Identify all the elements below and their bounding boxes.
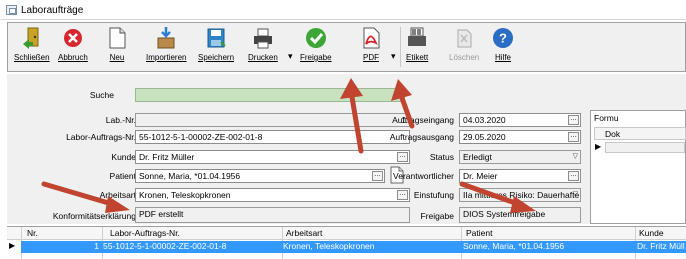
column-header-arbeitsart[interactable]: Arbeitsart: [286, 228, 322, 238]
auftragsausgang-label: Auftragsausgang: [389, 132, 454, 142]
arbeitsart-lookup-button[interactable]: …: [397, 190, 408, 200]
auftragseingang-value: 04.03.2020: [463, 115, 506, 125]
label-printer-icon: [406, 26, 428, 50]
cell-auftrags-nr: 55-1012-5-1-00002-ZE-002-01-8: [103, 241, 227, 251]
konformitaet-label: Konformitätserklärung: [52, 211, 136, 221]
chevron-down-icon: ▽: [572, 191, 578, 198]
window-title: Laboraufträge: [21, 5, 84, 16]
auftragseingang-date-button[interactable]: …: [568, 115, 579, 125]
etikett-button[interactable]: Etikett: [406, 26, 428, 62]
verantwortlicher-label: Verantwortlicher: [393, 171, 454, 181]
window-icon: [6, 5, 17, 15]
kunde-field[interactable]: Dr. Fritz Müller …: [135, 150, 410, 164]
auftrags-nr-field[interactable]: 55-1012-5-1-00002-ZE-002-01-8: [135, 130, 410, 144]
column-header-auftrags-nr[interactable]: Labor-Auftrags-Nr.: [110, 228, 180, 238]
search-input[interactable]: [135, 88, 405, 102]
new-document-icon: [106, 26, 128, 50]
abbruch-button[interactable]: Abbruch: [58, 26, 88, 62]
help-icon: ?: [492, 26, 514, 50]
kunde-label: Kunde: [111, 152, 136, 162]
patient-label: Patient: [109, 171, 136, 181]
cell-patient: Sonne, Maria, *01.04.1956: [463, 241, 565, 251]
formulare-header: Dok: [594, 127, 686, 140]
arbeitsart-field[interactable]: Kronen, Teleskopkronen …: [135, 188, 410, 202]
auftragsausgang-field[interactable]: 29.05.2020 …: [459, 130, 581, 144]
einstufung-value: IIa mittleres Risiko: Dauerhafte: [463, 190, 580, 200]
status-value: Erledigt: [463, 152, 492, 162]
importieren-button[interactable]: Importieren: [146, 26, 186, 62]
status-label: Status: [429, 152, 454, 162]
patient-value: Sonne, Maria, *01.04.1956: [139, 171, 241, 181]
save-icon: [205, 26, 227, 50]
row-pointer-icon: ▶: [595, 142, 602, 151]
suche-label: Suche: [89, 90, 114, 100]
neu-button[interactable]: Neu: [106, 26, 128, 62]
loeschen-button[interactable]: Löschen: [449, 26, 479, 62]
konformitaet-field: PDF erstellt: [135, 207, 410, 223]
formulare-dok-label: Dok: [605, 129, 621, 139]
patient-lookup-button[interactable]: …: [372, 171, 383, 181]
verantwortlicher-lookup-button[interactable]: …: [568, 171, 579, 181]
auftragsausgang-date-button[interactable]: …: [568, 132, 579, 142]
delete-icon: [453, 26, 475, 50]
auftragseingang-field[interactable]: 04.03.2020 …: [459, 113, 581, 127]
speichern-button[interactable]: Speichern: [198, 26, 234, 62]
orders-grid: Nr. Labor-Auftrags-Nr. Arbeitsart Patien…: [7, 226, 686, 259]
import-icon: [155, 26, 177, 50]
cancel-icon: [62, 26, 84, 50]
printer-icon: [252, 26, 274, 50]
column-header-kunde[interactable]: Kunde: [639, 228, 664, 238]
freigabe-label: Freigabe: [420, 211, 454, 221]
lab-nr-field: 1: [135, 113, 410, 127]
patient-field[interactable]: Sonne, Maria, *01.04.1956 …: [135, 169, 385, 183]
table-row[interactable]: 1 55-1012-5-1-00002-ZE-002-01-8 Kronen, …: [21, 241, 686, 253]
freigabe-field: DIOS Systemfreigabe: [459, 207, 581, 223]
hilfe-button[interactable]: ? Hilfe: [492, 26, 514, 62]
arbeitsart-label: Arbeitsart: [99, 190, 136, 200]
auftrags-nr-label: Labor-Auftrags-Nr.: [66, 132, 136, 142]
formulare-panel: Formu Dok ▶: [590, 110, 686, 224]
drucken-dropdown-icon[interactable]: ▾: [288, 51, 293, 62]
kunde-value: Dr. Fritz Müller: [139, 152, 195, 162]
freigabe-button[interactable]: Freigabe: [300, 26, 332, 62]
verantwortlicher-value: Dr. Meier: [463, 171, 498, 181]
status-select[interactable]: Erledigt ▽: [459, 150, 581, 164]
toolbar-separator: [400, 27, 401, 67]
einstufung-select[interactable]: IIa mittleres Risiko: Dauerhafte ▽: [459, 188, 581, 202]
cell-kunde: Dr. Fritz Müll: [637, 241, 685, 251]
cell-nr: 1: [94, 241, 99, 251]
auftragsausgang-value: 29.05.2020: [463, 132, 506, 142]
formulare-row[interactable]: [605, 142, 685, 153]
exit-door-icon: [21, 26, 43, 50]
auftragseingang-label: Auftragseingang: [392, 115, 454, 125]
svg-text:?: ?: [499, 31, 507, 46]
toolbar: Schließen Abbruch Neu Importieren Speich…: [7, 22, 686, 72]
column-header-nr[interactable]: Nr.: [27, 228, 38, 238]
grid-header: Nr. Labor-Auftrags-Nr. Arbeitsart Patien…: [7, 227, 686, 240]
pdf-dropdown-icon[interactable]: ▾: [391, 51, 396, 62]
verantwortlicher-field[interactable]: Dr. Meier …: [459, 169, 581, 183]
chevron-down-icon: ▽: [572, 153, 578, 160]
column-header-patient[interactable]: Patient: [466, 228, 492, 238]
title-bar: Laboraufträge: [0, 0, 686, 20]
row-pointer-icon: ▶: [9, 241, 16, 250]
lab-nr-label: Lab.-Nr.: [105, 115, 136, 125]
einstufung-label: Einstufung: [413, 190, 454, 200]
order-form: Suche Lab.-Nr. 1 Labor-Auftrags-Nr. 55-1…: [7, 74, 686, 224]
check-icon: [305, 26, 327, 50]
arbeitsart-value: Kronen, Teleskopkronen: [139, 190, 231, 200]
drucken-button[interactable]: Drucken: [248, 26, 278, 62]
pdf-icon: [360, 26, 382, 50]
formulare-panel-title: Formu: [594, 113, 619, 123]
schliessen-button[interactable]: Schließen: [14, 26, 50, 62]
kunde-lookup-button[interactable]: …: [397, 152, 408, 162]
cell-arbeitsart: Kronen, Teleskopkronen: [283, 241, 375, 251]
pdf-button[interactable]: PDF: [360, 26, 382, 62]
